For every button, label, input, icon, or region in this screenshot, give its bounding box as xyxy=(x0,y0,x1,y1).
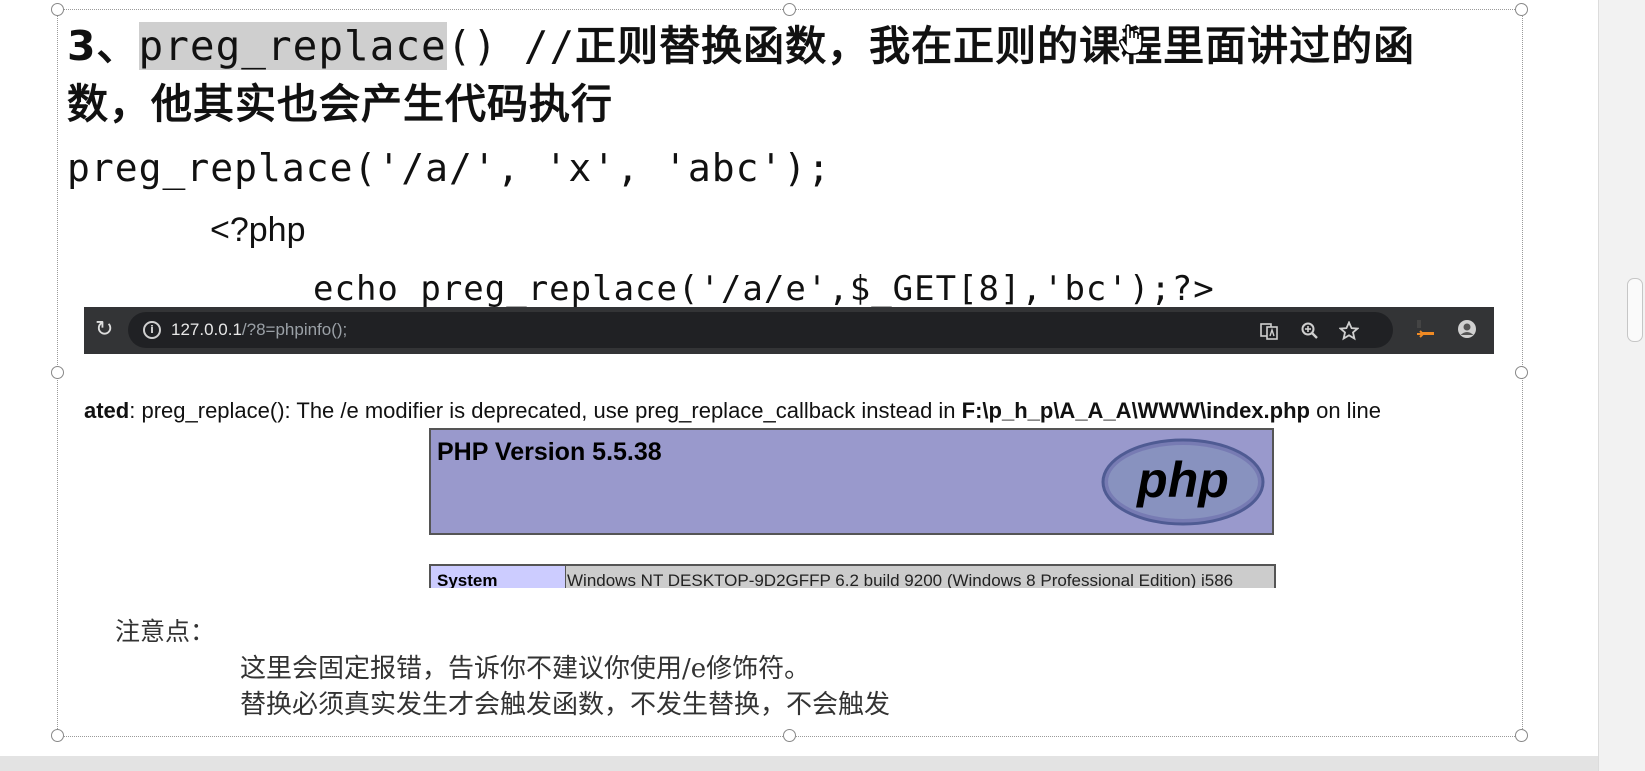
heading-function-name: preg_replace xyxy=(138,22,447,70)
note-line-1: 这里会固定报错，告诉你不建议你使用/e修饰符。 xyxy=(240,654,811,684)
extension-icon[interactable] xyxy=(1414,318,1436,345)
heading-number: 3、 xyxy=(67,22,139,70)
browser-toolbar: ↻ i 127.0.0.1/?8=phpinfo(); xyxy=(84,307,1494,354)
php-logo: php xyxy=(1101,438,1265,530)
note-line-2: 替换必须真实发生才会触发函数，不发生替换，不会触发 xyxy=(240,690,891,720)
resize-handle-middle-left[interactable] xyxy=(51,366,64,379)
warning-message: : preg_replace(): The /e modifier is dep… xyxy=(129,398,962,423)
resize-handle-top-right[interactable] xyxy=(1515,3,1528,16)
scrollbar-thumb[interactable] xyxy=(1627,278,1643,342)
code-example: preg_replace('/a/', 'x', 'abc'); xyxy=(67,146,832,190)
heading-description: 正则替换函数，我在正则的课程里面讲过的函 xyxy=(575,22,1416,70)
php-open-tag: <?php xyxy=(210,211,306,249)
url-path: /?8=phpinfo(); xyxy=(241,320,348,339)
slide-bottom-edge xyxy=(0,756,1598,771)
php-version: PHP Version 5.5.38 xyxy=(437,438,662,466)
resize-handle-middle-right[interactable] xyxy=(1515,366,1528,379)
heading-line-2: 数，他其实也会产生代码执行 xyxy=(67,80,613,128)
system-key: System xyxy=(431,566,566,588)
slide-heading: 3、preg_replace() //正则替换函数，我在正则的课程里面讲过的函 xyxy=(67,18,1415,74)
info-icon[interactable]: i xyxy=(143,321,161,339)
resize-handle-top-left[interactable] xyxy=(51,3,64,16)
url-host: 127.0.0.1 xyxy=(171,320,242,339)
system-info-row: System Windows NT DESKTOP-9D2GFFP 6.2 bu… xyxy=(429,564,1276,588)
php-echo-code: echo preg_replace('/a/e',$_GET[8],'bc');… xyxy=(313,269,1215,309)
url-text[interactable]: 127.0.0.1/?8=phpinfo(); xyxy=(171,320,347,340)
phpinfo-header: PHP Version 5.5.38 php xyxy=(429,428,1274,535)
warning-prefix: ated xyxy=(84,398,130,423)
resize-handle-top-center[interactable] xyxy=(783,3,796,16)
warning-suffix: on line xyxy=(1309,398,1381,423)
warning-path: F:\p_h_p\A_A_A\WWW\index.php xyxy=(961,398,1310,423)
deprecation-warning: ated: preg_replace(): The /e modifier is… xyxy=(84,398,1494,424)
notes-title: 注意点： xyxy=(115,617,216,646)
zoom-icon[interactable] xyxy=(1300,321,1320,346)
scrollbar-track[interactable] xyxy=(1598,0,1645,771)
php-logo-text: php xyxy=(1135,452,1229,508)
translate-icon[interactable] xyxy=(1259,321,1279,346)
reload-icon[interactable]: ↻ xyxy=(95,317,113,342)
hand-cursor-icon xyxy=(1118,24,1146,60)
system-value: Windows NT DESKTOP-9D2GFFP 6.2 build 920… xyxy=(567,571,1234,588)
profile-icon[interactable] xyxy=(1456,318,1478,345)
resize-handle-bottom-center[interactable] xyxy=(783,729,796,742)
heading-paren: () // xyxy=(446,22,576,70)
address-bar[interactable]: i 127.0.0.1/?8=phpinfo(); xyxy=(128,312,1393,348)
star-icon[interactable] xyxy=(1338,320,1360,346)
resize-handle-bottom-right[interactable] xyxy=(1515,729,1528,742)
resize-handle-bottom-left[interactable] xyxy=(51,729,64,742)
